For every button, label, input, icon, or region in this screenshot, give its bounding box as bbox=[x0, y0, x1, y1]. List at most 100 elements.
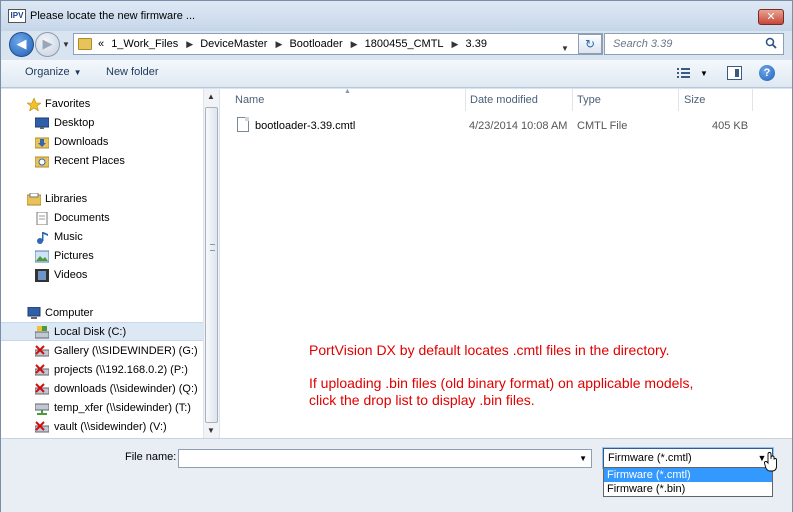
column-date-modified[interactable]: Date modified bbox=[470, 94, 538, 106]
nav-item-label: Recent Places bbox=[54, 155, 125, 167]
nav-item-documents[interactable]: Documents bbox=[1, 209, 201, 228]
breadcrumb-item[interactable]: 1800455_CMTL bbox=[365, 38, 444, 50]
nav-item-network-drive[interactable]: Gallery (\\SIDEWINDER) (G:) bbox=[1, 342, 201, 361]
view-options-icon[interactable] bbox=[677, 67, 691, 79]
nav-computer-label: Computer bbox=[45, 307, 94, 319]
chevron-right-icon[interactable]: ▶ bbox=[275, 39, 282, 49]
nav-item-local-disk[interactable]: Local Disk (C:) bbox=[1, 322, 203, 341]
file-type-dropdown-list: Firmware (*.cmtl) Firmware (*.bin) bbox=[603, 467, 773, 497]
nav-item-label: vault (\\sidewinder) (V:) bbox=[54, 421, 167, 433]
search-box[interactable]: Search 3.39 bbox=[604, 33, 784, 55]
file-icon bbox=[237, 117, 249, 132]
search-input[interactable]: Search 3.39 bbox=[613, 38, 672, 50]
nav-item-label: Pictures bbox=[54, 250, 94, 262]
address-bar[interactable]: « 1_Work_Files ▶ DeviceMaster ▶ Bootloader… bbox=[73, 33, 603, 55]
nav-item-label: Downloads bbox=[54, 136, 109, 148]
nav-item-music[interactable]: Music bbox=[1, 228, 201, 247]
help-icon[interactable]: ? bbox=[759, 65, 775, 81]
column-divider[interactable] bbox=[678, 89, 679, 111]
chevron-right-icon[interactable]: ▶ bbox=[186, 39, 193, 49]
window-title: Please locate the new firmware ... bbox=[30, 10, 196, 22]
nav-computer[interactable]: Computer bbox=[1, 304, 201, 323]
breadcrumb-item[interactable]: DeviceMaster bbox=[200, 38, 267, 50]
annotation-text: PortVision DX by default locates .cmtl f… bbox=[309, 342, 693, 409]
documents-icon bbox=[36, 212, 48, 225]
downloads-folder-icon bbox=[35, 137, 49, 149]
column-divider[interactable] bbox=[572, 89, 573, 111]
organize-button[interactable]: Organize ▼ bbox=[25, 66, 82, 78]
column-name[interactable]: Name bbox=[235, 94, 264, 106]
network-drive-icon bbox=[35, 403, 49, 415]
nav-item-label: downloads (\\sidewinder) (Q:) bbox=[54, 383, 198, 395]
mouse-cursor-icon bbox=[764, 452, 777, 472]
music-icon bbox=[37, 232, 48, 244]
file-type-option[interactable]: Firmware (*.cmtl) bbox=[604, 468, 772, 482]
nav-libraries[interactable]: Libraries bbox=[1, 190, 201, 209]
file-type: CMTL File bbox=[577, 120, 628, 132]
refresh-button[interactable]: ↻ bbox=[578, 34, 602, 54]
organize-label: Organize bbox=[25, 66, 70, 78]
nav-pane-scrollbar[interactable]: ▲ ▼ bbox=[203, 89, 219, 438]
nav-item-videos[interactable]: Videos bbox=[1, 266, 201, 285]
network-drive-disconnected-icon bbox=[35, 345, 49, 357]
app-icon: IPV bbox=[8, 9, 26, 23]
table-row[interactable]: bootloader-3.39.cmtl 4/23/2014 10:08 AM … bbox=[220, 114, 792, 136]
command-bar: Organize ▼ New folder ▼ ? bbox=[1, 60, 792, 88]
scroll-up-arrow-icon[interactable]: ▲ bbox=[207, 92, 215, 101]
preview-pane-icon[interactable] bbox=[727, 66, 742, 80]
back-button[interactable]: ◀ bbox=[9, 32, 34, 57]
new-folder-button[interactable]: New folder bbox=[106, 66, 159, 78]
nav-item-label: Documents bbox=[54, 212, 110, 224]
view-dropdown[interactable]: ▼ bbox=[700, 69, 708, 78]
file-type-selected: Firmware (*.cmtl) bbox=[608, 452, 692, 464]
breadcrumb-item[interactable]: 1_Work_Files bbox=[111, 38, 178, 50]
nav-favorites[interactable]: Favorites bbox=[1, 95, 201, 114]
nav-item-network-drive[interactable]: downloads (\\sidewinder) (Q:) bbox=[1, 380, 201, 399]
address-row: ◀ ▶ ▼ « 1_Work_Files ▶ DeviceMaster ▶ Boot… bbox=[1, 31, 792, 59]
nav-item-desktop[interactable]: Desktop bbox=[1, 114, 201, 133]
column-divider[interactable] bbox=[465, 89, 466, 111]
star-icon bbox=[27, 98, 41, 111]
network-drive-disconnected-icon bbox=[35, 364, 49, 376]
chevron-down-icon[interactable]: ▼ bbox=[579, 454, 587, 463]
column-size[interactable]: Size bbox=[684, 94, 705, 106]
chevron-right-icon[interactable]: ▶ bbox=[452, 39, 459, 49]
search-icon[interactable] bbox=[765, 37, 777, 49]
network-drive-disconnected-icon bbox=[35, 383, 49, 395]
folder-icon bbox=[78, 38, 92, 50]
annotation-line: If uploading .bin files (old binary form… bbox=[309, 375, 694, 391]
nav-libraries-label: Libraries bbox=[45, 193, 88, 205]
annotation-line: click the drop list to display .bin file… bbox=[309, 392, 535, 408]
column-header: ▲ Name Date modified Type Size bbox=[220, 88, 792, 111]
breadcrumb: « 1_Work_Files ▶ DeviceMaster ▶ Bootloader… bbox=[98, 38, 491, 50]
nav-item-label: Videos bbox=[54, 269, 88, 281]
nav-item-network-drive[interactable]: temp_xfer (\\sidewinder) (T:) bbox=[1, 399, 201, 418]
column-type[interactable]: Type bbox=[577, 94, 601, 106]
recent-pages-dropdown[interactable]: ▼ bbox=[62, 40, 70, 49]
breadcrumb-item[interactable]: Bootloader bbox=[289, 38, 342, 50]
forward-button[interactable]: ▶ bbox=[35, 32, 60, 57]
nav-favorites-label: Favorites bbox=[45, 98, 91, 110]
file-size: 405 KB bbox=[712, 120, 749, 132]
chevron-right-icon[interactable]: ▶ bbox=[351, 39, 358, 49]
nav-item-pictures[interactable]: Pictures bbox=[1, 247, 201, 266]
breadcrumb-item[interactable]: 3.39 bbox=[466, 38, 487, 50]
nav-item-network-drive[interactable]: projects (\\192.168.0.2) (P:) bbox=[1, 361, 201, 380]
file-type-select[interactable]: Firmware (*.cmtl) ▼ bbox=[603, 448, 773, 468]
scrollbar-thumb[interactable] bbox=[205, 107, 218, 423]
nav-item-label: Local Disk (C:) bbox=[54, 326, 127, 338]
videos-icon bbox=[35, 269, 49, 282]
nav-item-downloads[interactable]: Downloads bbox=[1, 133, 201, 152]
navigation-pane: Favorites Desktop Downloads Recent Place… bbox=[1, 89, 219, 438]
file-type-option[interactable]: Firmware (*.bin) bbox=[604, 482, 772, 496]
file-name-label: File name: bbox=[125, 451, 177, 463]
file-name-input[interactable]: ▼ bbox=[178, 449, 592, 468]
column-divider[interactable] bbox=[752, 89, 753, 111]
nav-item-network-drive[interactable]: vault (\\sidewinder) (V:) bbox=[1, 418, 201, 437]
close-button[interactable]: ✕ bbox=[758, 9, 784, 25]
scroll-down-arrow-icon[interactable]: ▼ bbox=[207, 426, 215, 435]
address-history-dropdown[interactable]: ▼ bbox=[561, 44, 569, 53]
breadcrumb-overflow[interactable]: « bbox=[98, 38, 104, 50]
nav-item-recent-places[interactable]: Recent Places bbox=[1, 152, 201, 171]
title-bar: IPV Please locate the new firmware ... ✕ bbox=[1, 1, 792, 31]
